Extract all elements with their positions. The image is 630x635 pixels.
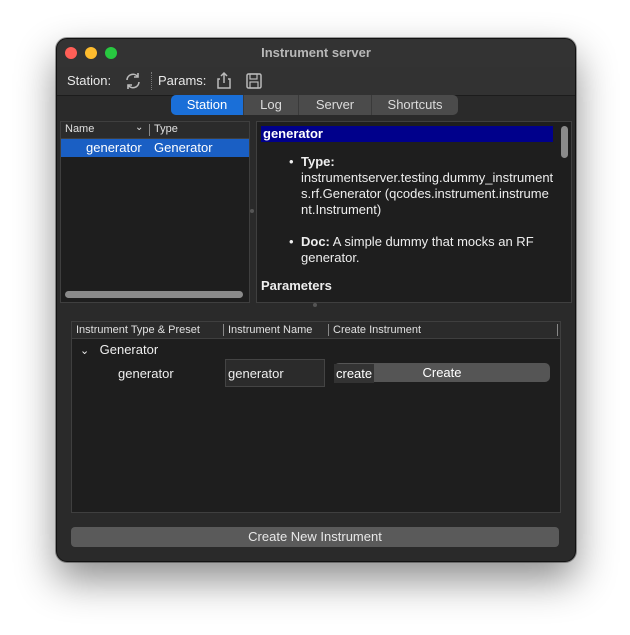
instrument-name: generator [86,140,142,155]
instrument-type: Generator [154,140,213,155]
parameters-heading: Parameters [261,278,332,293]
create-button-label: Create [422,365,462,380]
create-button[interactable]: create Create [334,363,550,383]
tab-station[interactable]: Station [171,95,244,115]
tree-group-row[interactable]: ⌄ Generator [80,342,158,357]
chevron-down-icon[interactable]: ⌄ [135,122,143,133]
column-header-type-preset[interactable]: Instrument Type & Preset [76,324,200,336]
tab-shortcuts[interactable]: Shortcuts [372,95,458,115]
tab-bar: Station Log Server Shortcuts [171,95,458,115]
create-instrument-table: Instrument Type & Preset Instrument Name… [71,321,561,513]
toolbar-separator [151,72,153,90]
column-header-instrument-name[interactable]: Instrument Name [228,324,312,336]
tab-log[interactable]: Log [244,95,299,115]
column-divider [557,324,558,336]
doc-doc-value: A simple dummy that mocks an RF generato… [301,234,534,265]
params-label: Params: [158,73,207,88]
window-title: Instrument server [261,45,371,60]
column-divider [328,324,329,336]
horizontal-splitter-handle[interactable] [313,303,317,307]
app-window: Instrument server Station: Params: Stati… [56,38,576,562]
share-icon[interactable] [214,71,234,91]
tree-item-label: generator [118,366,174,381]
doc-type-value: instrumentserver.testing.dummy_instrumen… [301,170,554,217]
toolbar: Station: Params: [57,67,575,96]
create-new-instrument-button[interactable]: Create New Instrument [71,527,559,547]
instrument-name-field[interactable]: generator [225,359,325,387]
list-item[interactable]: generator Generator [61,139,249,157]
column-header-type[interactable]: Type [154,123,178,135]
doc-type-label: Type: [301,154,335,169]
station-label: Station: [67,73,112,88]
doc-doc-label: Doc: [301,234,330,249]
doc-doc-entry: • Doc: A simple dummy that mocks an RF g… [289,234,534,265]
vertical-scrollbar[interactable] [561,126,568,158]
instrument-doc-panel: generator • Type: instrumentserver.testi… [256,121,572,303]
tab-server[interactable]: Server [299,95,372,115]
refresh-icon[interactable] [123,71,143,91]
tree-group-label: Generator [99,342,159,357]
chevron-down-icon[interactable]: ⌄ [80,344,96,357]
column-header-create[interactable]: Create Instrument [333,324,421,336]
title-bar: Instrument server [57,39,575,67]
doc-heading: generator [261,126,553,142]
doc-type-entry: • Type: instrumentserver.testing.dummy_i… [289,154,554,217]
column-header-name[interactable]: Name [65,123,94,135]
column-divider [223,324,224,336]
vertical-splitter-handle[interactable] [250,209,254,213]
horizontal-scrollbar[interactable] [65,291,243,298]
table-header: Instrument Type & Preset Instrument Name… [72,322,560,339]
save-icon[interactable] [244,71,264,91]
column-divider [149,124,150,136]
list-header: Name ⌄ Type [61,122,249,139]
station-instrument-list[interactable]: Name ⌄ Type generator Generator [60,121,250,303]
doc-bullet-list: • Type: instrumentserver.testing.dummy_i… [279,154,554,266]
